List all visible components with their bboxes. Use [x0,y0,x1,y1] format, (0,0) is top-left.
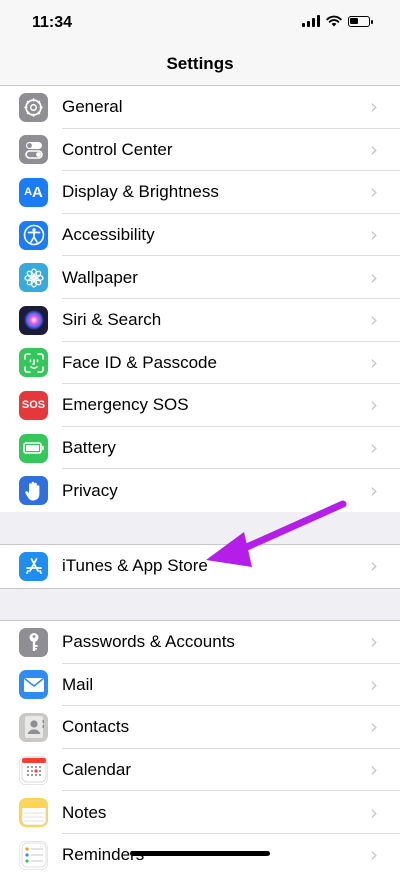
settings-row-display-and-brightness[interactable]: A A Display & Brightness › [0,171,400,214]
settings-row-general[interactable]: General › [0,86,400,129]
cellular-signal-icon [302,15,320,27]
status-icons [302,15,373,27]
settings-row-battery[interactable]: Battery › [0,427,400,470]
status-bar: 11:34 [0,0,400,46]
key-icon [19,627,48,657]
home-indicator [130,851,270,856]
text-size-icon: AA [19,177,48,207]
chevron-right-icon: › [370,629,378,654]
chevron-right-icon: › [370,757,378,782]
chevron-right-icon: › [370,222,378,247]
sos-icon: SOS [19,390,48,420]
chevron-right-icon: › [370,842,378,867]
settings-group-2: iTunes & App Store › [0,544,400,589]
gear-icon [19,92,48,122]
settings-row-label: Accessibility [62,225,155,245]
chevron-right-icon: › [370,435,378,460]
hand-icon [19,476,48,506]
settings-row-label: Battery [62,438,116,458]
contacts-icon [19,712,48,742]
chevron-right-icon: › [370,478,378,503]
settings-row-mail[interactable]: Mail › [0,664,400,707]
toggles-icon [19,135,48,165]
settings-row-emergency-sos[interactable]: SOS Emergency SOS › [0,384,400,427]
chevron-right-icon: › [370,553,378,578]
chevron-right-icon: › [370,94,378,119]
settings-row-face-id-and-passcode[interactable]: Face ID & Passcode › [0,342,400,385]
settings-row-passwords-and-accounts[interactable]: Passwords & Accounts › [0,621,400,664]
settings-row-privacy[interactable]: Privacy › [0,469,400,512]
settings-row-calendar[interactable]: Calendar › [0,749,400,792]
settings-row-label: Siri & Search [62,310,162,330]
chevron-right-icon: › [370,307,378,332]
mail-icon [19,670,48,700]
settings-row-label: Notes [62,802,107,822]
settings-row-label: Contacts [62,717,130,737]
accessibility-icon [19,220,48,250]
settings-row-label: Calendar [62,760,131,780]
settings-row-siri-and-search[interactable]: Siri & Search › [0,299,400,342]
chevron-right-icon: › [370,715,378,740]
flower-icon [19,263,48,293]
settings-row-label: Display & Brightness [62,182,219,202]
settings-row-label: Wallpaper [62,267,138,287]
settings-row-wallpaper[interactable]: Wallpaper › [0,256,400,299]
chevron-right-icon: › [370,392,378,417]
face-id-icon [19,348,48,378]
status-time: 11:34 [32,14,73,31]
settings-row-itunes-and-app-store[interactable]: iTunes & App Store › [0,545,400,588]
chevron-right-icon: › [370,672,378,697]
wifi-icon [326,15,342,27]
settings-row-contacts[interactable]: Contacts › [0,706,400,749]
page-title: Settings [166,54,234,73]
chevron-right-icon: › [370,265,378,290]
calendar-icon [19,755,48,785]
battery-icon [19,433,48,463]
settings-row-label: Emergency SOS [62,395,189,415]
settings-row-label: Control Center [62,139,173,159]
battery-status-icon [348,15,373,27]
settings-row-label: General [62,97,123,117]
siri-icon [19,305,48,335]
settings-row-control-center[interactable]: Control Center › [0,129,400,172]
settings-row-label: iTunes & App Store [62,556,208,576]
chevron-right-icon: › [370,350,378,375]
settings-group-3: Passwords & Accounts › Mail › Contacts › Calen… [0,620,400,877]
chevron-right-icon: › [370,137,378,162]
chevron-right-icon: › [370,180,378,205]
settings-row-label: Mail [62,674,94,694]
app-store-icon [19,551,48,581]
reminders-icon [19,840,48,870]
settings-row-accessibility[interactable]: Accessibility › [0,214,400,257]
chevron-right-icon: › [370,800,378,825]
settings-row-notes[interactable]: Notes › [0,791,400,834]
notes-icon [19,798,48,828]
settings-group-1: General › Control Center › A A Display & Brigh… [0,86,400,512]
settings-row-label: Passwords & Accounts [62,632,235,652]
settings-row-label: Privacy [62,480,118,500]
settings-row-label: Face ID & Passcode [62,352,217,372]
navigation-bar: Settings [0,46,400,86]
